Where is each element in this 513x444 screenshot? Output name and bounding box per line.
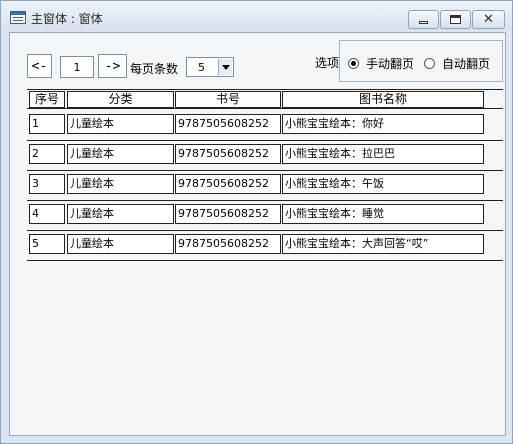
minimize-icon (419, 21, 428, 24)
cell-isbn[interactable]: 9787505608252 (175, 234, 281, 254)
cell-category[interactable]: 儿童绘本 (67, 144, 174, 164)
dropdown-arrow-icon[interactable] (218, 59, 232, 75)
page-mode-group: 手动翻页 自动翻页 (339, 40, 503, 82)
maximize-button[interactable] (440, 10, 471, 29)
column-header-category: 分类 (67, 91, 174, 108)
close-icon: ✕ (483, 12, 494, 27)
radio-auto-page[interactable]: 自动翻页 (424, 56, 491, 71)
cell-category[interactable]: 儿童绘本 (67, 234, 174, 254)
cell-isbn[interactable]: 9787505608252 (175, 114, 281, 134)
column-header-index: 序号 (29, 91, 65, 108)
cell-category[interactable]: 儿童绘本 (67, 174, 174, 194)
title-bar[interactable]: 主窗体 : 窗体 ✕ (1, 1, 512, 31)
cell-index[interactable]: 4 (29, 204, 65, 224)
cell-title[interactable]: 小熊宝宝绘本：你好 (282, 114, 484, 134)
radio-unchecked-icon (424, 57, 435, 69)
cell-index[interactable]: 3 (29, 174, 65, 194)
column-header-title: 图书名称 (282, 91, 484, 108)
row-separator (27, 260, 503, 261)
options-label: 选项 (315, 56, 340, 70)
radio-manual-page[interactable]: 手动翻页 (348, 56, 415, 71)
radio-checked-icon (348, 57, 359, 69)
cell-index[interactable]: 2 (29, 144, 65, 164)
row-separator (27, 230, 503, 231)
row-separator (27, 140, 503, 141)
cell-title[interactable]: 小熊宝宝绘本：午饭 (282, 174, 484, 194)
radio-manual-label: 手动翻页 (366, 56, 415, 71)
prev-page-button[interactable]: <- (27, 54, 52, 78)
row-separator (27, 170, 503, 171)
form-icon (10, 11, 26, 24)
form-window: 主窗体 : 窗体 ✕ <- 1 -> 每页条数 5 选项 手动翻页 自动翻页 序… (0, 0, 513, 444)
close-button[interactable]: ✕ (472, 10, 505, 29)
form-body: <- 1 -> 每页条数 5 选项 手动翻页 自动翻页 序号 分类 书号 图书名… (9, 32, 506, 436)
minimize-button[interactable] (408, 10, 439, 29)
per-page-select[interactable]: 5 (186, 57, 234, 77)
page-number-input[interactable]: 1 (60, 56, 94, 78)
cell-title[interactable]: 小熊宝宝绘本：大声回答“哎” (282, 234, 484, 254)
cell-index[interactable]: 1 (29, 114, 65, 134)
window-title: 主窗体 : 窗体 (31, 12, 103, 26)
maximize-icon (450, 15, 461, 24)
cell-category[interactable]: 儿童绘本 (67, 114, 174, 134)
next-page-button[interactable]: -> (98, 54, 127, 78)
cell-title[interactable]: 小熊宝宝绘本：睡觉 (282, 204, 484, 224)
cell-category[interactable]: 儿童绘本 (67, 204, 174, 224)
cell-index[interactable]: 5 (29, 234, 65, 254)
column-header-isbn: 书号 (175, 91, 281, 108)
per-page-value: 5 (198, 61, 205, 74)
cell-title[interactable]: 小熊宝宝绘本：拉巴巴 (282, 144, 484, 164)
table-header: 序号 分类 书号 图书名称 (27, 89, 503, 109)
per-page-label: 每页条数 (130, 62, 179, 76)
cell-isbn[interactable]: 9787505608252 (175, 204, 281, 224)
row-separator (27, 200, 503, 201)
cell-isbn[interactable]: 9787505608252 (175, 174, 281, 194)
cell-isbn[interactable]: 9787505608252 (175, 144, 281, 164)
radio-auto-label: 自动翻页 (442, 56, 491, 71)
